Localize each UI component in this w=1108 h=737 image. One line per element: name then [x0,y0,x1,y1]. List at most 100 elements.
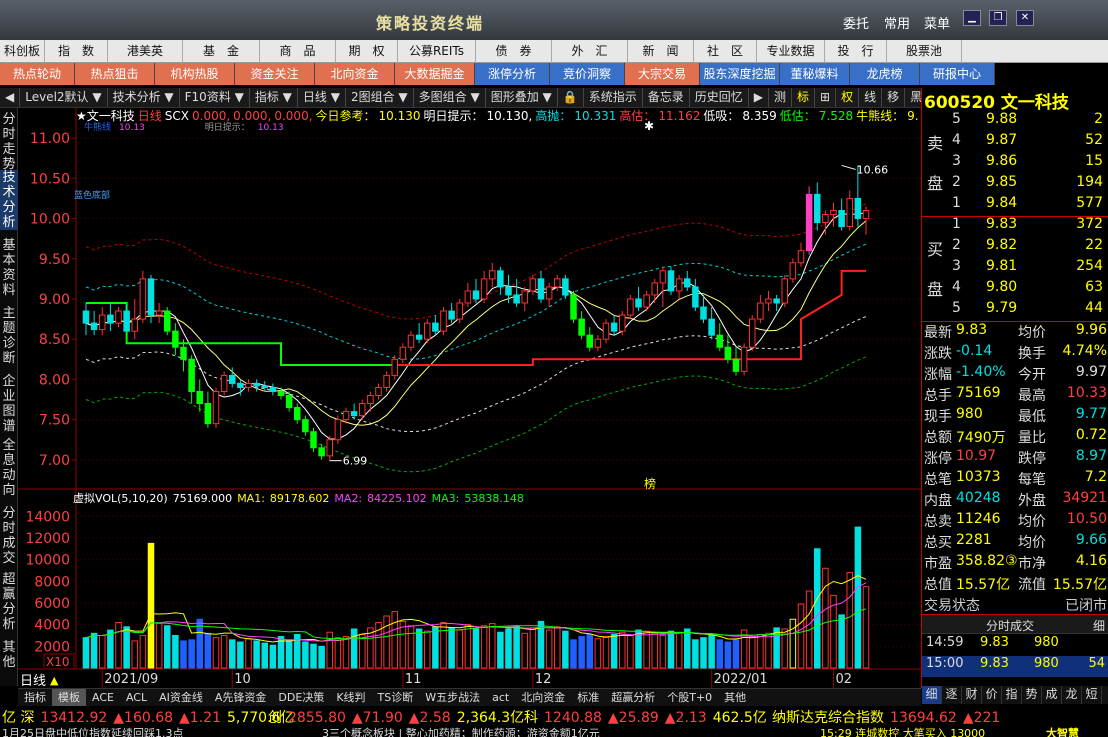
menu-dragon-tiger[interactable]: 龙虎榜 [850,63,920,85]
toolbar-item-12[interactable]: 历史回忆 [690,88,749,107]
toolbar-item-6[interactable]: 2图组合 ▼ [346,88,414,107]
indicator-tab-1[interactable]: 模板 [52,689,86,706]
menu-fund-focus[interactable]: 资金关注 [235,63,315,85]
left-nav-item-5[interactable]: 全息动向 [0,438,18,498]
ticker-item[interactable]: 亿 深 13412.92 ▲160.68 ▲1.21 5,770.6亿 [2,707,300,726]
menu-forex[interactable]: 外 汇 [552,40,628,63]
indicator-tab-9[interactable]: W五步战法 [419,689,486,706]
left-nav-item-8[interactable]: 其他 [0,640,18,670]
left-nav-item-6[interactable]: 分时成交 [0,506,18,566]
toolbar-item-11[interactable]: 备忘录 [643,88,690,107]
toolbar-item-2[interactable]: 技术分析 ▼ [108,88,180,107]
indicator-tab-13[interactable]: 超赢分析 [605,689,661,706]
left-nav-item-1[interactable]: 技术分析 [0,170,18,230]
left-nav-item-3[interactable]: 主题诊断 [0,306,18,366]
menu-stock-pool[interactable]: 股票池 [887,40,962,63]
toolbar-item-19[interactable]: 移 [882,88,906,107]
toolbar-item-4[interactable]: 指标 ▼ [250,88,298,107]
indicator-tab-12[interactable]: 标准 [571,689,605,706]
menu-block-trade[interactable]: 大宗交易 [625,63,700,85]
left-nav-item-0[interactable]: 分时走势 [0,112,18,172]
menu-investment-bank[interactable]: 投 行 [825,40,887,63]
toolbar-item-18[interactable]: 线 [859,88,883,107]
period-dropdown-icon[interactable]: ▲ [50,674,59,687]
menu-bond[interactable]: 债 券 [476,40,552,63]
indicator-tab-0[interactable]: 指标 [18,689,52,706]
menu-bigdata[interactable]: 大数据掘金 [395,63,475,85]
menu-index[interactable]: 指 数 [45,40,108,63]
panel-tab-2[interactable]: 财 [962,686,982,704]
status-news-mid[interactable]: 3三个概念板块 | 整心加药精；制作药源；游资金额1亿元 [322,726,600,737]
ticker-item[interactable]: 科 1240.88 ▲25.89 ▲2.13 462.5亿 [524,707,773,726]
toolbar-item-14[interactable]: 测 [769,88,792,107]
left-nav-item-7[interactable]: 超赢分析 [0,572,18,632]
menu-northbound[interactable]: 北向资金 [315,63,395,85]
toolbar-item-7[interactable]: 多图组合 ▼ [414,88,486,107]
status-news-left[interactable]: 1月25日盘中低位指数延续回踩1.3点 [2,726,184,737]
menu-commodity[interactable]: 商 品 [260,40,336,63]
indicator-tab-10[interactable]: act [486,689,515,706]
ticks-title[interactable]: 分时成交 [986,617,1034,634]
panel-tab-3[interactable]: 价 [982,686,1002,704]
toolbar-item-5[interactable]: 日线 ▼ [298,88,346,107]
toolbar-item-16[interactable]: ⊞ [815,88,837,107]
menu-pro-data[interactable]: 专业数据 [757,40,825,63]
panel-tab-6[interactable]: 成 [1042,686,1062,704]
indicator-tab-8[interactable]: TS诊断 [372,689,420,706]
indicator-tab-15[interactable]: 其他 [718,689,752,706]
menu-secretary[interactable]: 董秘爆料 [780,63,850,85]
indicator-tab-4[interactable]: AI资金线 [153,689,209,706]
toolbar-item-0[interactable]: ◀ [0,88,21,107]
menu-limitup[interactable]: 涨停分析 [475,63,550,85]
indicator-tab-7[interactable]: K线判 [330,689,371,706]
kline-chart[interactable]: 11.00 10.50 10.00 9.50 9.00 8.50 8.00 7.50 7.00 ★… [18,108,921,688]
panel-tab-0[interactable]: 细 [922,686,942,704]
menu-options[interactable]: 期 权 [336,40,398,63]
menu-hot-snipe[interactable]: 热点狙击 [75,63,155,85]
menu-community[interactable]: 社 区 [694,40,757,63]
menu-news[interactable]: 新 闻 [628,40,694,63]
restore-icon[interactable]: ❐ [989,10,1007,26]
menu-auction[interactable]: 竞价洞察 [550,63,625,85]
status-news-right[interactable]: 15:29 连城数控 大笔买入 13000 [820,726,985,737]
period-label[interactable]: 日线 [20,674,46,688]
panel-tab-8[interactable]: 短 [1082,686,1102,704]
toolbar-item-1[interactable]: Level2默认 ▼ [20,88,108,107]
indicator-tab-3[interactable]: ACL [120,689,153,706]
close-icon[interactable]: ✕ [1016,10,1034,26]
ticker-item[interactable]: 创 2855.80 ▲71.90 ▲2.58 2,364.3亿 [268,707,530,726]
toolbar-item-9[interactable]: 🔒 [558,88,584,107]
toolbar-item-3[interactable]: F10资料 ▼ [180,88,250,107]
indicator-tab-2[interactable]: ACE [86,689,120,706]
indicator-tab-11[interactable]: 北向资金 [515,689,571,706]
menu-hk-us-uk[interactable]: 港美英 [108,40,183,63]
toolbar-item-8[interactable]: 图形叠加 ▼ [486,88,558,107]
left-nav-item-2[interactable]: 基本资料 [0,238,18,298]
volume-bar [163,625,171,669]
toolbar-item-17[interactable]: 权 [836,88,860,107]
toolbar-item-15[interactable]: 标 [792,88,815,107]
panel-tab-5[interactable]: 势 [1022,686,1042,704]
panel-tab-7[interactable]: 龙 [1062,686,1082,704]
minimize-icon[interactable]: ▁ [963,10,981,26]
quote-cell-2: 流值 [1018,577,1046,593]
menu-fund[interactable]: 基 金 [183,40,260,63]
ticks-detail-button[interactable]: 细 [1093,617,1105,634]
ticker-item[interactable]: 纳斯达克综合指数 13694.62 ▲221 [772,707,1006,726]
panel-tab-1[interactable]: 逐 [942,686,962,704]
panel-tab-4[interactable]: 指 [1002,686,1022,704]
indicator-tab-6[interactable]: DDE决策 [272,689,330,706]
menu-reits[interactable]: 公募REITs [398,40,476,63]
toolbar-item-10[interactable]: 系统指示 [584,88,643,107]
menu-hot-rotation[interactable]: 热点轮动 [0,63,75,85]
menu-star-market[interactable]: 科创板 [0,40,45,63]
indicator-tab-5[interactable]: A先锋资金 [209,689,273,706]
menu-research[interactable]: 研报中心 [920,63,995,85]
left-nav-item-4[interactable]: 企业图谱 [0,374,18,434]
menu-inst-hot[interactable]: 机构热股 [155,63,235,85]
sell-label-1: 盘 [927,174,944,193]
indicator-tab-14[interactable]: 个股T+0 [661,689,718,706]
toolbar-item-13[interactable]: ▶ [749,88,769,107]
menu-shareholder[interactable]: 股东深度挖掘 [700,63,780,85]
chart-area[interactable]: 11.00 10.50 10.00 9.50 9.00 8.50 8.00 7.50 7.00 ★… [18,108,921,688]
